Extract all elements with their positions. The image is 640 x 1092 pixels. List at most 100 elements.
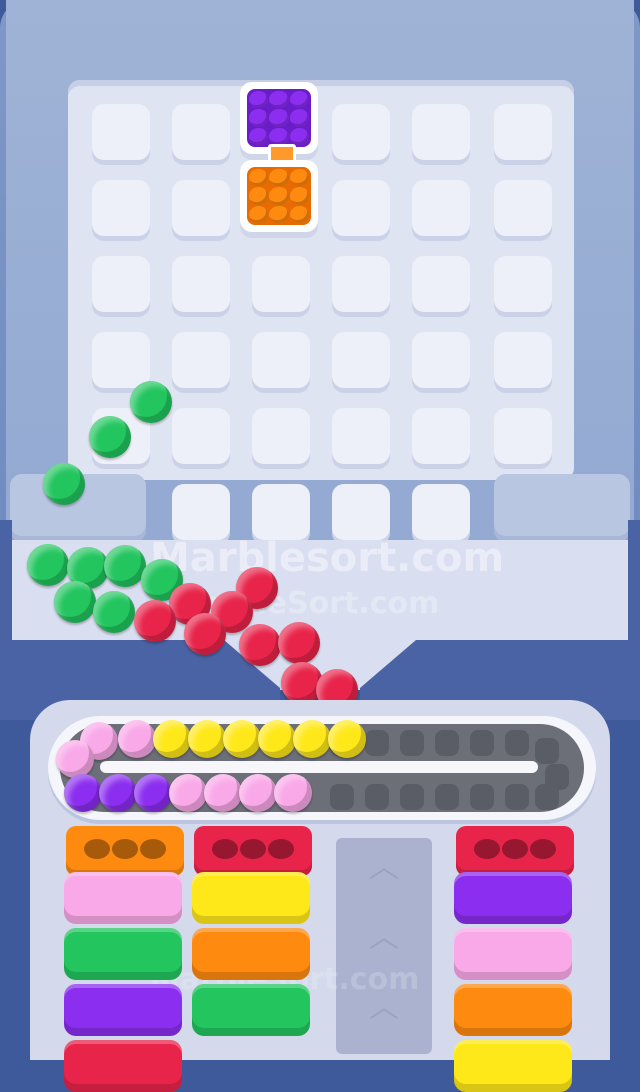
crate-marble — [269, 187, 289, 205]
board-tile[interactable] — [412, 180, 470, 236]
crate-marble — [269, 127, 289, 145]
column-block-orange[interactable] — [454, 984, 572, 1036]
cap-hole — [474, 839, 500, 859]
board-tile[interactable] — [494, 180, 552, 236]
column-block-purple[interactable] — [454, 872, 572, 924]
cap-hole — [530, 839, 556, 859]
column-cap-left[interactable] — [66, 826, 184, 876]
board-tile[interactable] — [172, 180, 230, 236]
marble-yellow — [223, 720, 261, 758]
crate-marble — [269, 205, 289, 223]
column-block-green[interactable] — [64, 928, 182, 980]
crate-marble — [289, 205, 309, 223]
board-tile[interactable] — [494, 332, 552, 388]
cap-hole — [502, 839, 528, 859]
board-tile[interactable] — [412, 484, 470, 540]
board-tile[interactable] — [172, 408, 230, 464]
column-block-yellow[interactable] — [192, 872, 310, 924]
marble-green — [104, 545, 146, 587]
chevron-up-icon: ︿ — [369, 920, 399, 955]
empty-slot — [435, 784, 459, 810]
crate-marble — [269, 169, 289, 187]
right-ledge — [494, 474, 630, 542]
empty-slot — [330, 784, 354, 810]
board-tile[interactable] — [332, 408, 390, 464]
board-tile[interactable] — [92, 332, 150, 388]
empty-slot — [470, 730, 494, 756]
empty-slot — [470, 784, 494, 810]
board-tile[interactable] — [92, 180, 150, 236]
empty-slot — [535, 738, 559, 764]
marble-green — [93, 591, 135, 633]
marble-yellow — [188, 720, 226, 758]
crate-marble — [249, 91, 269, 109]
board-tile[interactable] — [494, 256, 552, 312]
marble-pink — [169, 774, 207, 812]
middle-lane[interactable]: ︿ ︿ ︿ — [336, 838, 432, 1054]
board-tile[interactable] — [412, 104, 470, 160]
board-tile[interactable] — [332, 332, 390, 388]
board-tile[interactable] — [252, 408, 310, 464]
marble-yellow — [153, 720, 191, 758]
board-tile[interactable] — [252, 484, 310, 540]
crate-marble — [269, 91, 289, 109]
chevron-up-icon: ︿ — [369, 850, 399, 885]
board-tile[interactable] — [172, 332, 230, 388]
crate-marble — [289, 109, 309, 127]
board-tile[interactable] — [332, 484, 390, 540]
board-tile[interactable] — [252, 332, 310, 388]
marble-purple — [99, 774, 137, 812]
board-tile[interactable] — [92, 104, 150, 160]
empty-slot — [400, 784, 424, 810]
crate-marble — [289, 91, 309, 109]
empty-slot — [505, 730, 529, 756]
column-block-purple[interactable] — [64, 984, 182, 1036]
column-cap-center[interactable] — [194, 826, 312, 876]
marble-yellow — [293, 720, 331, 758]
crate-marble — [249, 169, 269, 187]
marble-pink — [56, 740, 94, 778]
board-tile[interactable] — [412, 408, 470, 464]
crate-marble — [249, 187, 269, 205]
marble-red — [134, 600, 176, 642]
watermark-text: Marblesort.com — [150, 535, 505, 581]
column-block-red[interactable] — [64, 1040, 182, 1092]
board-tile[interactable] — [494, 104, 552, 160]
board-tile[interactable] — [332, 256, 390, 312]
column-block-yellow[interactable] — [454, 1040, 572, 1092]
board-tile[interactable] — [172, 256, 230, 312]
board-tile[interactable] — [412, 256, 470, 312]
board-tile[interactable] — [332, 180, 390, 236]
column-block-pink[interactable] — [64, 872, 182, 924]
board-tile[interactable] — [252, 256, 310, 312]
column-cap-right[interactable] — [456, 826, 574, 876]
board-tile[interactable] — [412, 332, 470, 388]
column-block-orange[interactable] — [192, 928, 310, 980]
chute-right-edge — [628, 520, 640, 650]
marble-green — [89, 416, 131, 458]
crate-orange[interactable] — [240, 160, 318, 232]
crate-marble — [269, 109, 289, 127]
column-block-pink[interactable] — [454, 928, 572, 980]
board-tile[interactable] — [172, 484, 230, 540]
board-tile[interactable] — [332, 104, 390, 160]
board-tile[interactable] — [172, 104, 230, 160]
conveyor-rail — [100, 761, 538, 773]
marble-green — [27, 544, 69, 586]
empty-slot — [400, 730, 424, 756]
cap-hole — [84, 839, 110, 859]
board-tile[interactable] — [92, 256, 150, 312]
cap-hole — [212, 839, 238, 859]
empty-slot — [505, 784, 529, 810]
board-tile[interactable] — [494, 408, 552, 464]
chevron-up-icon: ︿ — [369, 990, 399, 1025]
cap-hole — [240, 839, 266, 859]
marble-purple — [64, 774, 102, 812]
crate-marble — [249, 109, 269, 127]
empty-slot — [365, 784, 389, 810]
marble-green — [54, 581, 96, 623]
marble-green — [130, 381, 172, 423]
column-block-green[interactable] — [192, 984, 310, 1036]
crate-marble — [249, 205, 269, 223]
marble-pink — [118, 720, 156, 758]
